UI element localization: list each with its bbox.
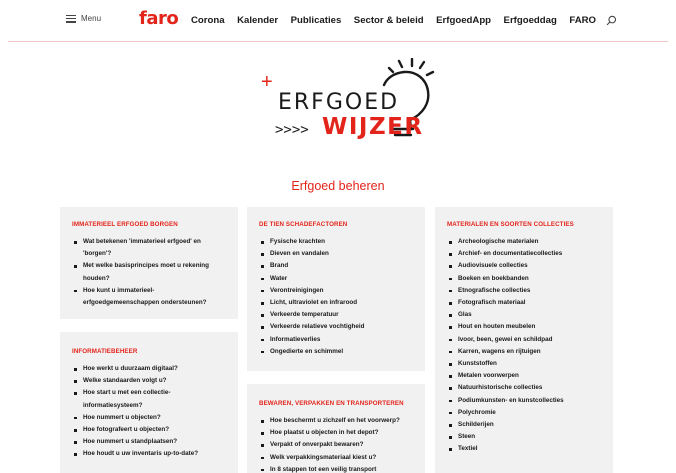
list-item[interactable]: Glas: [447, 309, 601, 321]
logo-plus: +: [261, 71, 273, 93]
list-item[interactable]: Boeken en boekbanden: [447, 273, 601, 285]
list-item[interactable]: Karren, wagens en rijtuigen: [447, 346, 601, 358]
list-item[interactable]: Kunststoffen: [447, 358, 601, 370]
list-item[interactable]: Met welke basisprincipes moet u rekening…: [72, 260, 226, 284]
list-item[interactable]: Hoe start u met een collectie-informatie…: [72, 387, 226, 411]
header-divider: [8, 41, 668, 42]
card-title: DE TIEN SCHADEFACTOREN: [259, 221, 348, 228]
list-item[interactable]: Hoe werkt u duurzaam digitaal?: [72, 363, 226, 375]
card-title: BEWAREN, VERPAKKEN EN TRANSPORTEREN: [259, 400, 404, 407]
list-item[interactable]: Hoe nummert u objecten?: [72, 412, 226, 424]
list-item[interactable]: Archeologische materialen: [447, 236, 601, 248]
list-item[interactable]: Metalen voorwerpen: [447, 370, 601, 382]
list-item[interactable]: Dieven en vandalen: [259, 248, 413, 260]
card-title: INFORMATIEBEHEER: [72, 348, 138, 355]
list-item[interactable]: Ongedierte en schimmel: [259, 346, 413, 358]
logo-word-wijzer: WIJZER: [322, 114, 424, 140]
list-item[interactable]: Welk verpakkingsmateriaal kiest u?: [259, 452, 413, 464]
list-item[interactable]: Verontreinigingen: [259, 285, 413, 297]
list-item[interactable]: Hoe fotografeert u objecten?: [72, 424, 226, 436]
card-title: MATERIALEN EN SOORTEN COLLECTIES: [447, 221, 574, 228]
card-informatiebeheer: INFORMATIEBEHEER Hoe werkt u duurzaam di…: [60, 332, 238, 473]
nav-link-sector-beleid[interactable]: Sector & beleid: [354, 15, 424, 26]
list-item[interactable]: Archief- en documentatiecollecties: [447, 248, 601, 260]
list-item[interactable]: Water: [259, 273, 413, 285]
hamburger-icon: [66, 14, 76, 23]
list-item[interactable]: Welke standaarden volgt u?: [72, 375, 226, 387]
section-title: Erfgoed beheren: [291, 179, 385, 193]
card-title: IMMATERIEEL ERFGOED BORGEN: [72, 221, 178, 228]
list-item[interactable]: Fysische krachten: [259, 236, 413, 248]
card-bewaren-verpakken: BEWAREN, VERPAKKEN EN TRANSPORTEREN Hoe …: [247, 384, 425, 473]
card-materialen-collecties: MATERIALEN EN SOORTEN COLLECTIES Archeol…: [435, 207, 613, 473]
search-icon[interactable]: [606, 15, 617, 26]
list-item[interactable]: Wat betekenen 'immaterieel erfgoed' en '…: [72, 236, 226, 260]
nav-link-publicaties[interactable]: Publicaties: [291, 15, 342, 26]
logo-word-erfgoed: ERFGOED: [278, 90, 399, 115]
list-item[interactable]: Schilderijen: [447, 419, 601, 431]
list-item[interactable]: Textiel: [447, 443, 601, 455]
list-item[interactable]: Fotografisch materiaal: [447, 297, 601, 309]
top-navigation: Menu faro Corona Kalender Publicaties Se…: [0, 0, 676, 42]
nav-link-erfgoeddag[interactable]: Erfgoeddag: [504, 15, 557, 26]
list-item[interactable]: Ivoor, been, gewei en schildpad: [447, 334, 601, 346]
list-item[interactable]: Hoe houdt u uw inventaris up-to-date?: [72, 448, 226, 460]
list-item[interactable]: Brand: [259, 260, 413, 272]
list-item[interactable]: Hoe plaatst u objecten in het depot?: [259, 427, 413, 439]
erfgoedwijzer-logo: + ERFGOED >>>> WIJZER: [261, 58, 435, 140]
list-item[interactable]: Licht, ultraviolet en infrarood: [259, 297, 413, 309]
list-item[interactable]: Hoe nummert u standplaatsen?: [72, 436, 226, 448]
main-nav: Corona Kalender Publicaties Sector & bel…: [191, 15, 609, 26]
menu-label: Menu: [81, 14, 102, 23]
list-item[interactable]: Verkeerde temperatuur: [259, 309, 413, 321]
list-item[interactable]: Natuurhistorische collecties: [447, 382, 601, 394]
list-item[interactable]: Podiumkunsten- en kunstcollecties: [447, 395, 601, 407]
list-item[interactable]: Verpakt of onverpakt bewaren?: [259, 439, 413, 451]
nav-link-kalender[interactable]: Kalender: [237, 15, 278, 26]
nav-link-corona[interactable]: Corona: [191, 15, 225, 26]
menu-button[interactable]: Menu: [66, 14, 101, 23]
list-item[interactable]: Polychromie: [447, 407, 601, 419]
list-item[interactable]: Informatieverlies: [259, 334, 413, 346]
list-item[interactable]: Etnografische collecties: [447, 285, 601, 297]
card-schadefactoren: DE TIEN SCHADEFACTOREN Fysische krachten…: [247, 207, 425, 371]
card-immaterieel-erfgoed: IMMATERIEEL ERFGOED BORGEN Wat betekenen…: [60, 207, 238, 319]
list-item[interactable]: Hout en houten meubelen: [447, 321, 601, 333]
faro-logo[interactable]: faro: [139, 8, 179, 29]
logo-arrows: >>>>: [275, 122, 309, 138]
list-item[interactable]: Steen: [447, 431, 601, 443]
list-item[interactable]: Verkeerde relatieve vochtigheid: [259, 321, 413, 333]
list-item[interactable]: In 8 stappen tot een veilig transport: [259, 464, 413, 473]
list-item[interactable]: Audiovisuele collecties: [447, 260, 601, 272]
list-item[interactable]: Hoe beschermt u zichzelf en het voorwerp…: [259, 415, 413, 427]
list-item[interactable]: Hoe kunt u immaterieel-erfgoedgemeenscha…: [72, 285, 226, 309]
nav-link-faro[interactable]: FARO: [569, 15, 596, 26]
nav-link-erfgoedapp[interactable]: ErfgoedApp: [436, 15, 491, 26]
